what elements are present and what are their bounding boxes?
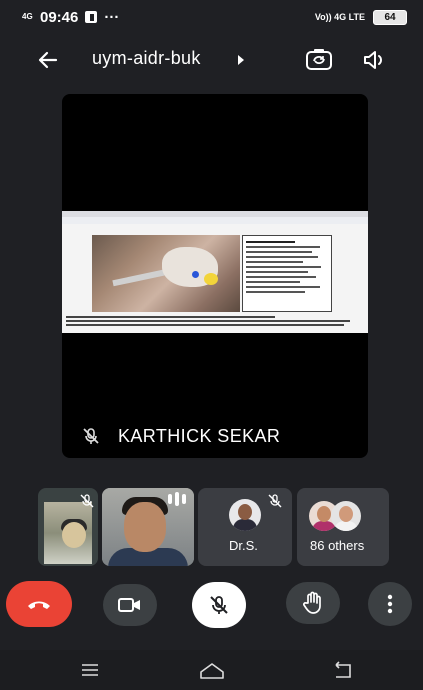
head-shape [62,522,86,548]
slide-caption-line [66,316,275,318]
notification-icon [85,11,98,23]
recent-apps-icon[interactable] [80,662,100,678]
slide-caption-line [66,320,351,322]
slide-text-line [246,276,316,278]
mic-off-icon [210,596,228,614]
slide-text-box [242,235,332,312]
status-time: 09:46 [40,8,79,26]
mic-off-icon [80,494,94,508]
face-shape [124,502,166,552]
speaker-icon[interactable] [362,48,388,72]
shared-screen [62,211,368,333]
slide-text-line [246,281,301,283]
switch-camera-icon[interactable] [305,47,333,73]
audio-bar [175,492,179,506]
avatar-face [238,504,252,520]
camera-toggle-button[interactable] [103,584,157,626]
status-right: Vo)) 4G LTE 64 [314,9,407,25]
carrier-tag: Vo)) 4G LTE [314,12,365,22]
slide-text-line [246,286,320,288]
avatar-body [233,519,257,531]
slide-text-line [246,261,304,263]
participant-tile-3[interactable]: Dr.S. [198,488,292,566]
more-notifications: ··· [104,8,120,26]
slide-text-line [246,246,320,248]
chevron-right-icon[interactable] [236,53,246,67]
avatar-face [339,506,353,522]
others-count: 86 others [310,538,365,553]
mic-off-icon [268,494,282,508]
avatar [229,499,261,531]
network-indicator: 4G [22,12,33,21]
participant-tile-1[interactable] [38,488,98,566]
back-icon[interactable] [330,660,354,680]
raise-hand-icon [303,591,321,614]
avatar [331,501,361,531]
raise-hand-button[interactable] [286,582,340,624]
main-participant-name: KARTHICK SEKAR [118,426,281,446]
avatar-body [334,521,358,531]
slide-image [92,235,240,312]
meeting-code[interactable]: uym-aidr-buk [92,48,201,69]
status-left: 4G 09:46 ··· [22,9,119,26]
avatar-face [317,506,331,522]
participant-video [44,502,92,564]
battery-icon: 64 [373,9,407,25]
shared-address-bar [62,217,368,224]
end-call-button[interactable] [6,581,72,627]
end-call-icon [28,601,50,609]
slide-text-line [246,271,309,273]
status-bar: 4G 09:46 ··· Vo)) 4G LTE 64 [0,0,423,34]
slide-text-line [246,291,306,293]
slide-text-line [246,251,312,253]
video-camera-icon [118,598,140,612]
participant-tile-others[interactable]: 86 others [297,488,389,566]
marker-blue [192,271,199,278]
slide-caption-line [66,324,345,326]
more-vertical-icon [387,594,393,614]
slide-text-line [246,266,322,268]
mic-off-icon [83,428,99,444]
slide-caption [66,314,356,328]
mic-toggle-button[interactable] [192,582,246,628]
arrow-left-icon[interactable] [36,48,60,72]
slide-text-line [246,241,296,243]
main-video-tile[interactable] [62,94,368,458]
slide-text-line [246,256,319,258]
more-options-button[interactable] [368,582,412,626]
participant-name: Dr.S. [229,538,258,553]
audio-bar [168,494,172,504]
speaking-indicator-icon [168,492,188,506]
home-icon[interactable] [198,660,226,680]
marker-yellow [204,273,218,285]
call-header: uym-aidr-buk [0,40,423,80]
system-nav-bar [0,650,423,690]
audio-bar [182,494,186,504]
